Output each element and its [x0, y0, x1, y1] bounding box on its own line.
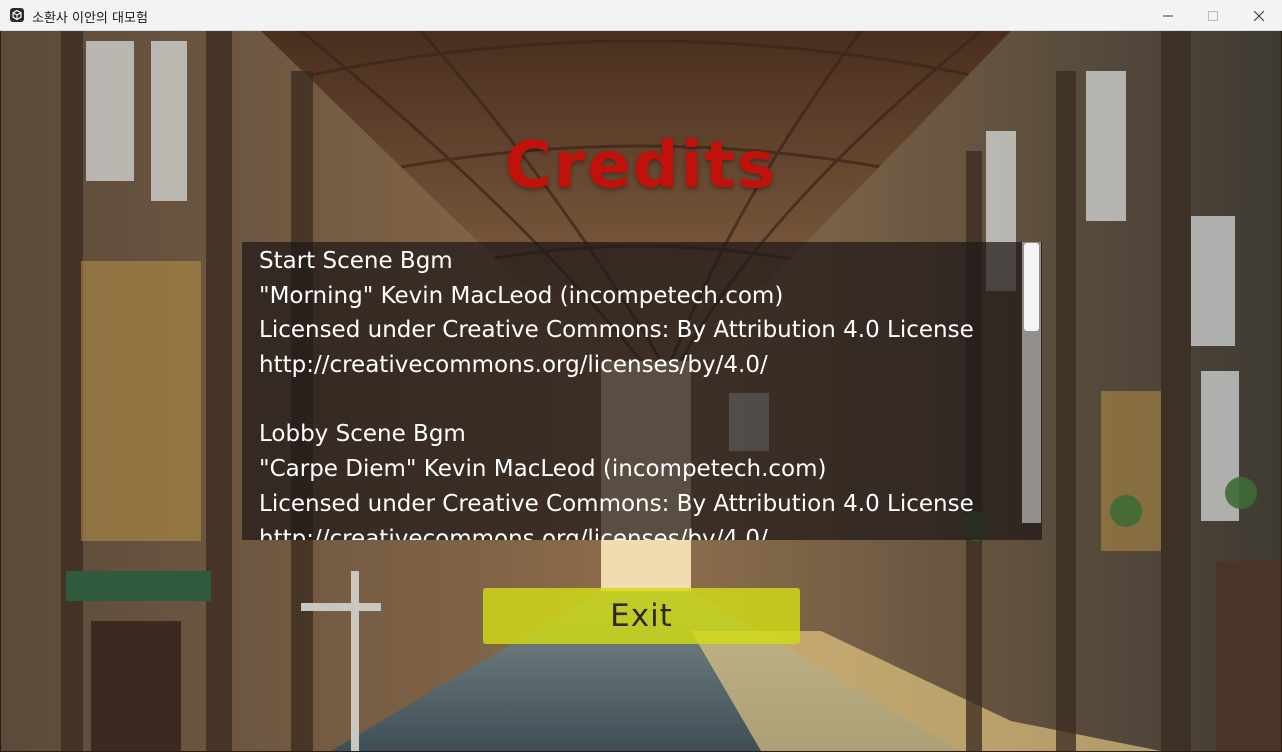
credit-line: Licensed under Creative Commons: By Attr… — [259, 490, 974, 517]
exit-button-label: Exit — [610, 598, 673, 634]
credit-line: http://creativecommons.org/licenses/by/4… — [259, 525, 768, 541]
credit-line: "Carpe Diem" Kevin MacLeod (incompetech.… — [259, 456, 827, 483]
maximize-icon — [1208, 10, 1218, 21]
scrollbar-thumb[interactable] — [1024, 243, 1039, 331]
credit-line: Lobby Scene Bgm — [259, 421, 466, 448]
credit-line: Start Scene Bgm — [259, 248, 453, 274]
game-viewport: Credits Start Scene Bgm "Morning" Kevin … — [1, 31, 1281, 751]
credit-line — [259, 383, 1019, 418]
window-title: 소환사 이안의 대모험 — [32, 11, 148, 26]
credits-title: Credits — [504, 129, 778, 203]
unity-icon — [10, 8, 24, 22]
credit-line: "Morning" Kevin MacLeod (incompetech.com… — [259, 282, 784, 309]
window-titlebar: 소환사 이안의 대모험 — [0, 0, 1282, 31]
credits-scroll-view[interactable]: Start Scene Bgm "Morning" Kevin MacLeod … — [242, 242, 1042, 540]
credit-line: http://creativecommons.org/licenses/by/4… — [259, 352, 768, 379]
credits-scrollbar[interactable] — [1022, 242, 1041, 523]
close-button[interactable] — [1236, 0, 1282, 31]
credit-line: Licensed under Creative Commons: By Attr… — [259, 317, 974, 344]
exit-button[interactable]: Exit — [483, 588, 800, 644]
credits-text: Start Scene Bgm "Morning" Kevin MacLeod … — [259, 244, 1019, 540]
close-icon — [1254, 10, 1264, 21]
minimize-icon — [1163, 15, 1173, 16]
maximize-button[interactable] — [1190, 0, 1236, 31]
minimize-button[interactable] — [1145, 0, 1191, 31]
